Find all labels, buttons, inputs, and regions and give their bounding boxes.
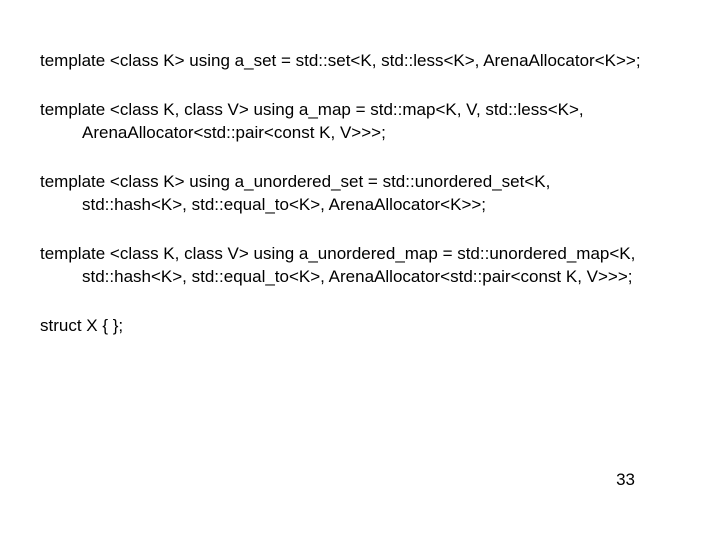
code-text: template <class K, class V> using a_unor… [40, 244, 635, 263]
code-text: template <class K> using a_set = std::se… [40, 51, 641, 70]
slide: template <class K> using a_set = std::se… [0, 0, 720, 540]
code-text-cont: ArenaAllocator<std::pair<const K, V>>>; [40, 122, 680, 145]
code-line-3: template <class K> using a_unordered_set… [40, 171, 680, 217]
code-line-1: template <class K> using a_set = std::se… [40, 50, 680, 73]
code-line-5: struct X { }; [40, 315, 680, 338]
code-text-cont: std::hash<K>, std::equal_to<K>, ArenaAll… [40, 266, 680, 289]
code-text: template <class K> using a_unordered_set… [40, 172, 550, 191]
code-text-cont: std::hash<K>, std::equal_to<K>, ArenaAll… [40, 194, 680, 217]
code-text: template <class K, class V> using a_map … [40, 100, 584, 119]
code-text: struct X { }; [40, 316, 123, 335]
code-line-2: template <class K, class V> using a_map … [40, 99, 680, 145]
code-line-4: template <class K, class V> using a_unor… [40, 243, 680, 289]
page-number: 33 [616, 470, 635, 490]
